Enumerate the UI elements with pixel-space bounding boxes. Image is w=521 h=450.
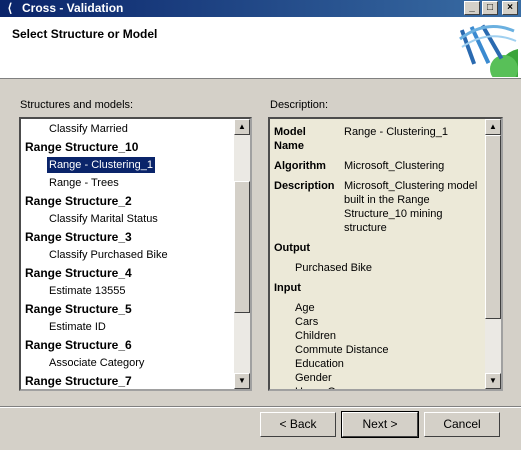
- close-button[interactable]: ×: [502, 1, 518, 15]
- output-label: Output: [274, 242, 311, 254]
- title-bar: ⟨ Cross - Validation _ □ ×: [0, 0, 521, 17]
- input-item: Cars: [295, 316, 319, 328]
- input-item: Commute Distance: [295, 344, 389, 356]
- next-button[interactable]: Next >: [341, 411, 419, 438]
- model-item[interactable]: Range - Trees: [49, 175, 119, 191]
- input-item: Age: [295, 302, 315, 314]
- description-value: Microsoft_Clustering model built in the …: [344, 180, 478, 234]
- description-field-label: Description: [274, 180, 335, 192]
- wizard-logo-icon: [459, 24, 518, 77]
- structure-item[interactable]: Range Structure_2: [25, 193, 132, 209]
- algorithm-value: Microsoft_Clustering: [344, 160, 445, 172]
- model-name-value: Range - Clustering_1: [344, 126, 448, 138]
- model-item[interactable]: Classify Purchased Bike: [49, 247, 168, 263]
- model-item[interactable]: Classify Marital Status: [49, 211, 158, 227]
- window-title: Cross - Validation: [22, 1, 124, 15]
- model-item[interactable]: Associate Category: [49, 355, 144, 371]
- structures-list[interactable]: Classify Married Range Structure_10 Range …: [19, 117, 252, 391]
- input-label: Input: [274, 282, 301, 294]
- structure-item[interactable]: Range Structure_7: [25, 373, 132, 389]
- model-item[interactable]: Estimate ID: [49, 319, 106, 335]
- desc-scroll-thumb[interactable]: [485, 135, 501, 319]
- scroll-down-button[interactable]: ▼: [234, 373, 250, 389]
- footer-separator: [0, 406, 521, 408]
- structure-item[interactable]: Range Structure_4: [25, 265, 132, 281]
- model-name-label: Model Name: [274, 126, 306, 152]
- desc-scroll-down-button[interactable]: ▼: [485, 373, 501, 389]
- output-item: Purchased Bike: [295, 262, 373, 274]
- structure-item[interactable]: Range Structure_5: [25, 301, 132, 317]
- structures-scrollbar[interactable]: ▲ ▼: [234, 119, 250, 389]
- cancel-button[interactable]: Cancel: [424, 412, 500, 437]
- scroll-up-button[interactable]: ▲: [234, 119, 250, 135]
- algorithm-label: Algorithm: [274, 160, 326, 172]
- model-item[interactable]: Classify Married: [49, 121, 128, 137]
- input-item: Education: [295, 358, 344, 370]
- model-item[interactable]: Estimate 13555: [49, 283, 125, 299]
- desc-scroll-up-button[interactable]: ▲: [485, 119, 501, 135]
- structure-item[interactable]: Range Structure_3: [25, 229, 132, 245]
- description-label: Description:: [270, 99, 329, 111]
- input-item: Gender: [295, 372, 332, 384]
- maximize-button[interactable]: □: [482, 1, 498, 15]
- wizard-header: Select Structure or Model: [0, 17, 521, 79]
- scroll-thumb[interactable]: [234, 181, 250, 313]
- structure-item[interactable]: Range Structure_6: [25, 337, 132, 353]
- description-panel: Model Name Range - Clustering_1 Algorith…: [268, 117, 503, 391]
- structures-label: Structures and models:: [20, 99, 134, 111]
- input-item: Home Owner: [295, 385, 360, 389]
- app-icon: ⟨: [7, 1, 13, 15]
- page-title: Select Structure or Model: [12, 27, 158, 41]
- back-button[interactable]: < Back: [260, 412, 336, 437]
- input-item: Children: [295, 330, 336, 342]
- minimize-button[interactable]: _: [464, 1, 480, 15]
- structure-item[interactable]: Range Structure_10: [25, 139, 138, 155]
- description-scrollbar[interactable]: ▲ ▼: [485, 119, 501, 389]
- model-item[interactable]: Range - Clustering_1: [47, 157, 155, 173]
